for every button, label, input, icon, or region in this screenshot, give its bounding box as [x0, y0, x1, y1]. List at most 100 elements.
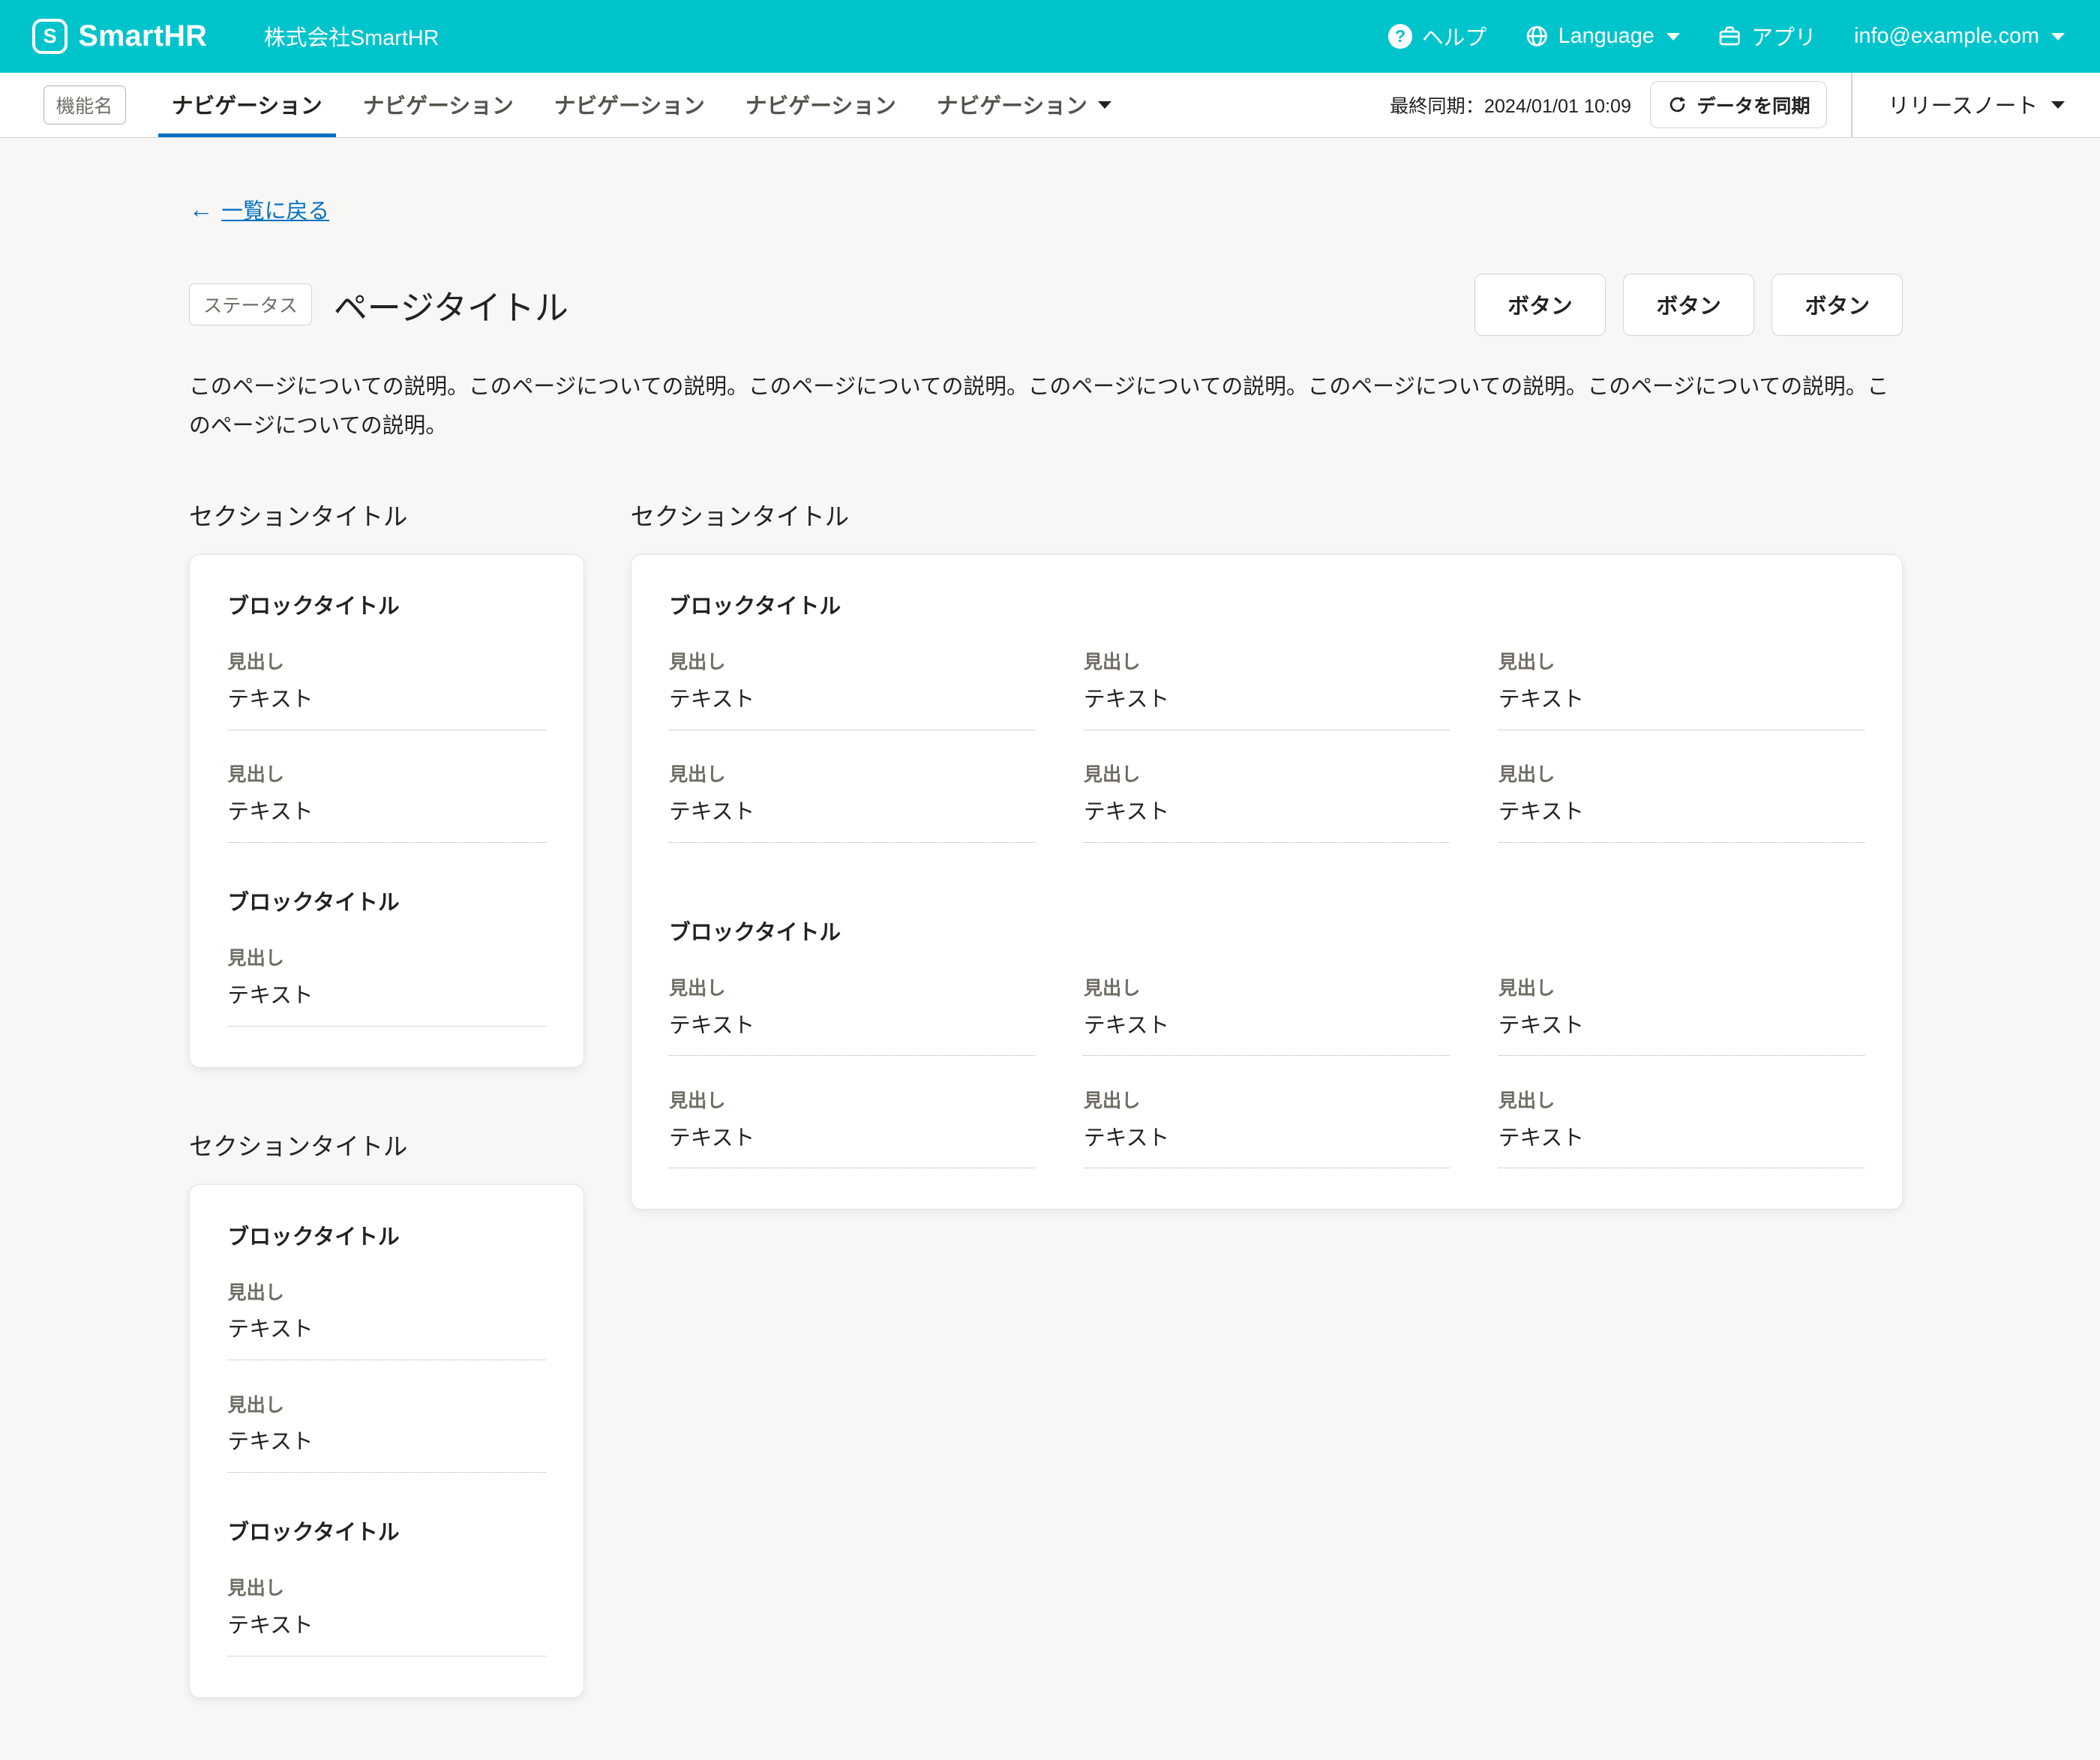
apps-label: アプリ [1751, 21, 1816, 52]
header-left: S SmartHR 株式会社SmartHR [32, 19, 439, 54]
nav-item-label: ナビゲーション [363, 89, 514, 120]
apps-icon [1718, 24, 1742, 48]
field-row: 見出し テキスト [1498, 647, 1864, 730]
field-value: テキスト [669, 1009, 1035, 1057]
left-column: セクションタイトル ブロックタイトル 見出し テキスト 見出し テキスト [189, 497, 584, 1698]
last-sync-text: 最終同期：2024/01/01 10:09 [1390, 91, 1631, 118]
field-value: テキスト [227, 682, 546, 730]
back-link-label: 一覧に戻る [221, 194, 329, 225]
smarthr-logo[interactable]: S SmartHR [32, 19, 207, 54]
field-value: テキスト [1084, 795, 1450, 843]
block: ブロックタイトル 見出し テキスト 見出し テキスト [669, 589, 1864, 872]
main-content: ← 一覧に戻る ステータス ページタイトル ボタン ボタン ボタン このページに… [0, 138, 2100, 1760]
nav-item-1[interactable]: ナビゲーション [158, 73, 336, 136]
page-actions: ボタン ボタン ボタン [1474, 274, 1903, 336]
section: セクションタイトル ブロックタイトル 見出し テキスト 見出し テキスト [189, 1127, 584, 1698]
field-label: 見出し [227, 1573, 546, 1600]
block-title: ブロックタイトル [227, 1220, 546, 1251]
nav-item-label: ナビゲーション [172, 89, 322, 120]
page-description: このページについての説明。このページについての説明。このページについての説明。こ… [189, 368, 1890, 446]
field-label: 見出し [1084, 973, 1450, 1000]
field-row: 見出し テキスト [227, 943, 546, 1026]
page-header: ステータス ページタイトル ボタン ボタン ボタン [189, 274, 1903, 336]
logo-text: SmartHR [78, 19, 207, 53]
field-row: 見出し テキスト [227, 760, 546, 842]
field-label: 見出し [669, 973, 1035, 1000]
block-title: ブロックタイトル [669, 589, 1864, 620]
release-notes-menu[interactable]: リリースノート [1852, 73, 2100, 136]
field-value: テキスト [227, 979, 546, 1027]
field-label: 見出し [227, 1278, 546, 1305]
field-row: 見出し テキスト [669, 647, 1035, 730]
field-label: 見出し [227, 943, 546, 970]
app-nav: 機能名 ナビゲーション ナビゲーション ナビゲーション ナビゲーション ナビゲー… [0, 73, 2100, 137]
field-row: 見出し テキスト [227, 647, 546, 730]
section-title: セクションタイトル [189, 497, 584, 532]
field-row: 見出し テキスト [227, 1573, 546, 1656]
detail-card: ブロックタイトル 見出し テキスト 見出し テキスト ブロックタイトル [189, 554, 584, 1068]
field-row: 見出し テキスト [1084, 647, 1450, 730]
back-arrow-icon: ← [189, 197, 213, 221]
help-link[interactable]: ? ヘルプ [1388, 21, 1486, 52]
tenant-name: 株式会社SmartHR [264, 21, 440, 52]
field-row: 見出し テキスト [1498, 1086, 1864, 1168]
field-row: 見出し テキスト [1084, 1086, 1450, 1168]
field-value: テキスト [227, 795, 546, 843]
sync-group: 最終同期：2024/01/01 10:09 データを同期 [1390, 73, 1852, 136]
field-value: テキスト [1498, 682, 1864, 730]
field-value: テキスト [1084, 1121, 1450, 1169]
field-row: 見出し テキスト [1498, 760, 1864, 842]
back-link[interactable]: ← 一覧に戻る [189, 194, 329, 225]
field-label: 見出し [1084, 1086, 1450, 1113]
block: ブロックタイトル 見出し テキスト 見出し テキスト [227, 1220, 546, 1473]
action-button-1[interactable]: ボタン [1474, 274, 1606, 336]
field-grid: 見出し テキスト 見出し テキスト 見出し テキスト [669, 973, 1864, 1198]
field-label: 見出し [1498, 760, 1864, 787]
field-label: 見出し [227, 1390, 546, 1417]
nav-item-label: ナビゲーション [554, 89, 705, 120]
field-value: テキスト [669, 1121, 1035, 1169]
section: セクションタイトル ブロックタイトル 見出し テキスト 見出し [631, 497, 1904, 1210]
field-row: 見出し テキスト [1084, 973, 1450, 1056]
nav-item-label: ナビゲーション [937, 89, 1088, 120]
nav-item-3[interactable]: ナビゲーション [541, 73, 718, 136]
help-label: ヘルプ [1422, 21, 1486, 52]
field-row: 見出し テキスト [227, 1390, 546, 1473]
action-button-2[interactable]: ボタン [1623, 274, 1754, 336]
feature-name-badge: 機能名 [44, 85, 126, 124]
nav-item-4[interactable]: ナビゲーション [732, 73, 910, 136]
field-row: 見出し テキスト [669, 973, 1035, 1056]
apps-menu[interactable]: アプリ [1718, 21, 1816, 52]
section-title: セクションタイトル [189, 1127, 584, 1162]
field-value: テキスト [1084, 1009, 1450, 1057]
app-nav-left: 機能名 ナビゲーション ナビゲーション ナビゲーション ナビゲーション ナビゲー… [44, 73, 1126, 136]
global-header: S SmartHR 株式会社SmartHR ? ヘルプ Language アプリ [0, 0, 2100, 73]
language-menu[interactable]: Language [1525, 24, 1680, 49]
chevron-down-icon [1098, 101, 1112, 109]
block: ブロックタイトル 見出し テキスト [227, 1516, 546, 1656]
block-title: ブロックタイトル [669, 916, 1864, 946]
status-badge: ステータス [189, 283, 312, 325]
action-button-3[interactable]: ボタン [1772, 274, 1903, 336]
field-label: 見出し [1084, 647, 1450, 674]
sync-data-button[interactable]: データを同期 [1650, 81, 1827, 128]
nav-item-label: ナビゲーション [746, 89, 896, 120]
field-value: テキスト [227, 1425, 546, 1473]
field-row: 見出し テキスト [1498, 973, 1864, 1056]
field-value: テキスト [227, 1312, 546, 1360]
block-title: ブロックタイトル [227, 589, 546, 620]
field-label: 見出し [1498, 1086, 1864, 1113]
field-value: テキスト [227, 1609, 546, 1657]
field-label: 見出し [669, 1086, 1035, 1113]
language-label: Language [1558, 24, 1654, 49]
field-label: 見出し [227, 647, 546, 674]
nav-item-5-dropdown[interactable]: ナビゲーション [923, 73, 1125, 136]
account-email: info@example.com [1854, 24, 2039, 49]
field-label: 見出し [1084, 760, 1450, 787]
account-menu[interactable]: info@example.com [1854, 24, 2065, 49]
header-right: ? ヘルプ Language アプリ info@example.com [1388, 21, 2065, 52]
nav-item-2[interactable]: ナビゲーション [350, 73, 527, 136]
field-value: テキスト [669, 795, 1035, 843]
detail-card: ブロックタイトル 見出し テキスト 見出し テキスト [631, 554, 1904, 1210]
block: ブロックタイトル 見出し テキスト 見出し テキスト [227, 589, 546, 842]
